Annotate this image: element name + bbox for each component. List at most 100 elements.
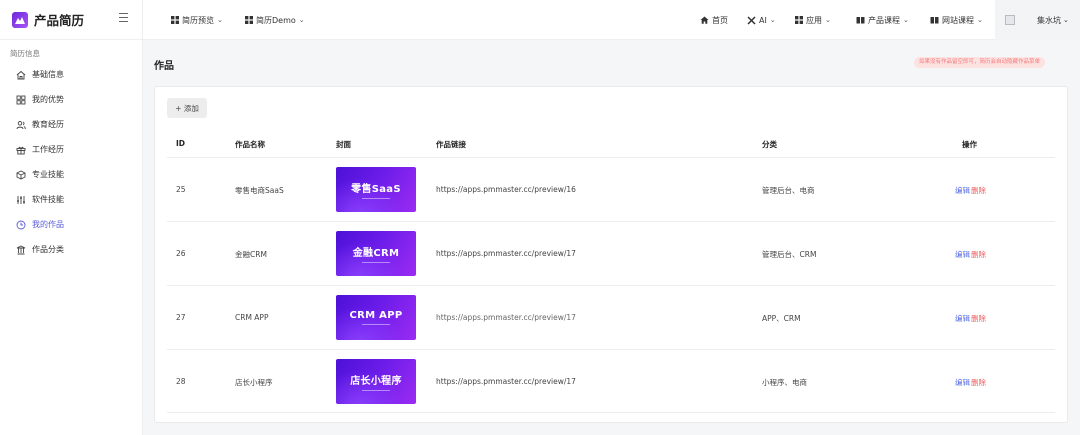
add-button[interactable]: + 添加 [167, 98, 207, 118]
apps-icon [171, 16, 179, 24]
column-header-actions: 操作 [962, 140, 977, 149]
cell-name: 金融CRM [235, 250, 267, 259]
chevron-down-icon: ⌄ [825, 16, 831, 24]
sidebar-item-label: 基础信息 [32, 70, 64, 79]
edit-button[interactable]: 编辑 [955, 314, 970, 323]
chevron-down-icon: ⌄ [298, 16, 305, 24]
cell-name: 店长小程序 [235, 378, 273, 387]
avatar [1005, 15, 1015, 25]
brand-logo-icon [12, 11, 28, 28]
sidebar-item-basic-info[interactable]: 基础信息 [0, 62, 142, 87]
user-menu[interactable]: 集水坑 ⌄ [995, 0, 1080, 40]
column-header-cover: 封面 [336, 140, 351, 149]
cell-id: 27 [176, 313, 186, 322]
edit-button[interactable]: 编辑 [955, 378, 970, 387]
sidebar-item-work[interactable]: 工作经历 [0, 137, 142, 162]
sidebar-item-education[interactable]: 教育经历 [0, 112, 142, 137]
apps-icon [245, 16, 253, 24]
nav-product-course[interactable]: 产品课程 ⌄ [856, 0, 909, 40]
topbar: 简历预览 ⌄ 简历Demo ⌄ 首页 AI ⌄ 应用 ⌄ 产品课程 ⌄ 网站课程… [143, 0, 1080, 40]
sidebar-group-label: 简历信息 [10, 49, 40, 58]
sidebar-item-software[interactable]: 软件技能 [0, 187, 142, 212]
cell-category: APP、CRM [762, 314, 801, 323]
sidebar-item-label: 软件技能 [32, 195, 64, 204]
grid-icon [16, 95, 26, 105]
sidebar-item-skills[interactable]: 专业技能 [0, 162, 142, 187]
cover-image[interactable]: 金融CRM [336, 231, 416, 276]
column-header-name: 作品名称 [235, 140, 265, 149]
edit-button[interactable]: 编辑 [955, 186, 970, 195]
sidebar-item-label: 我的作品 [32, 220, 64, 229]
sidebar-item-strengths[interactable]: 我的优势 [0, 87, 142, 112]
tools-icon [747, 15, 756, 25]
column-header-id: ID [176, 139, 186, 148]
nav-label: 应用 [806, 15, 822, 25]
sidebar-item-label: 我的优势 [32, 95, 64, 104]
columns-icon [16, 244, 26, 255]
chevron-down-icon: ⌄ [1063, 16, 1069, 24]
delete-button[interactable]: 删除 [971, 378, 986, 387]
cover-subline [362, 198, 390, 199]
home-icon [16, 70, 26, 80]
cell-id: 25 [176, 185, 186, 194]
row-actions: 编辑删除 [955, 185, 986, 196]
menu-toggle-icon[interactable] [119, 13, 128, 22]
nav-label: 简历预览 [182, 15, 214, 25]
users-icon [16, 120, 26, 130]
cover-subline [362, 262, 390, 263]
nav-resume-demo[interactable]: 简历Demo ⌄ [245, 0, 305, 40]
cell-category: 小程序、电商 [762, 378, 807, 387]
column-header-link: 作品链接 [436, 140, 466, 149]
row-actions: 编辑删除 [955, 313, 986, 324]
cover-title: CRM APP [349, 310, 403, 321]
nav-label: AI [759, 15, 767, 25]
nav-home[interactable]: 首页 [700, 0, 728, 40]
cell-link[interactable]: https://apps.pmmaster.cc/preview/17 [436, 313, 576, 322]
sliders-icon [16, 195, 26, 205]
sidebar-item-works[interactable]: 我的作品 [0, 212, 142, 237]
nav-apps[interactable]: 应用 ⌄ [795, 0, 831, 40]
nav-resume-preview[interactable]: 简历预览 ⌄ [171, 0, 223, 40]
cell-category: 管理后台、电商 [762, 186, 815, 195]
brand-title: 产品简历 [34, 13, 85, 28]
home-icon [700, 16, 709, 24]
divider [167, 157, 1055, 158]
cover-image[interactable]: CRM APP [336, 295, 416, 340]
chevron-down-icon: ⌄ [769, 16, 776, 24]
cell-link[interactable]: https://apps.pmmaster.cc/preview/17 [436, 249, 576, 258]
sidebar-item-label: 作品分类 [32, 245, 64, 254]
edit-button[interactable]: 编辑 [955, 250, 970, 259]
chevron-down-icon: ⌄ [903, 16, 909, 24]
delete-button[interactable]: 删除 [971, 314, 986, 323]
row-actions: 编辑删除 [955, 249, 986, 260]
cover-image[interactable]: 零售SaaS [336, 167, 416, 212]
cube-icon [16, 169, 26, 180]
cell-name: 零售电商SaaS [235, 186, 284, 195]
delete-button[interactable]: 删除 [971, 250, 986, 259]
cover-title: 零售SaaS [351, 184, 401, 195]
cover-subline [362, 324, 390, 325]
nav-ai[interactable]: AI ⌄ [747, 0, 776, 40]
notice-badge: 如果没有作品留空即可，简历会自动隐藏作品菜单 [914, 57, 1046, 68]
sidebar-item-label: 教育经历 [32, 120, 64, 129]
delete-button[interactable]: 删除 [971, 186, 986, 195]
sidebar-item-label: 专业技能 [32, 170, 64, 179]
sidebar-item-label: 工作经历 [32, 145, 64, 154]
gift-icon [16, 145, 26, 155]
column-header-category: 分类 [762, 140, 777, 149]
cover-image[interactable]: 店长小程序 [336, 359, 416, 404]
cell-link[interactable]: https://apps.pmmaster.cc/preview/17 [436, 377, 576, 386]
book-icon [856, 16, 865, 24]
divider [167, 349, 1055, 350]
book-icon [930, 16, 939, 24]
nav-web-course[interactable]: 网站课程 ⌄ [930, 0, 983, 40]
sidebar-item-categories[interactable]: 作品分类 [0, 237, 142, 262]
works-card: + 添加 ID 作品名称 封面 作品链接 分类 操作 25 零售电商SaaS 零… [154, 86, 1068, 423]
divider [167, 412, 1055, 413]
cell-name: CRM APP [235, 313, 269, 322]
cell-category: 管理后台、CRM [762, 250, 817, 259]
nav-label: 产品课程 [868, 15, 900, 25]
cell-id: 26 [176, 249, 186, 258]
chevron-down-icon: ⌄ [217, 16, 223, 24]
cell-link[interactable]: https://apps.pmmaster.cc/preview/16 [436, 185, 576, 194]
